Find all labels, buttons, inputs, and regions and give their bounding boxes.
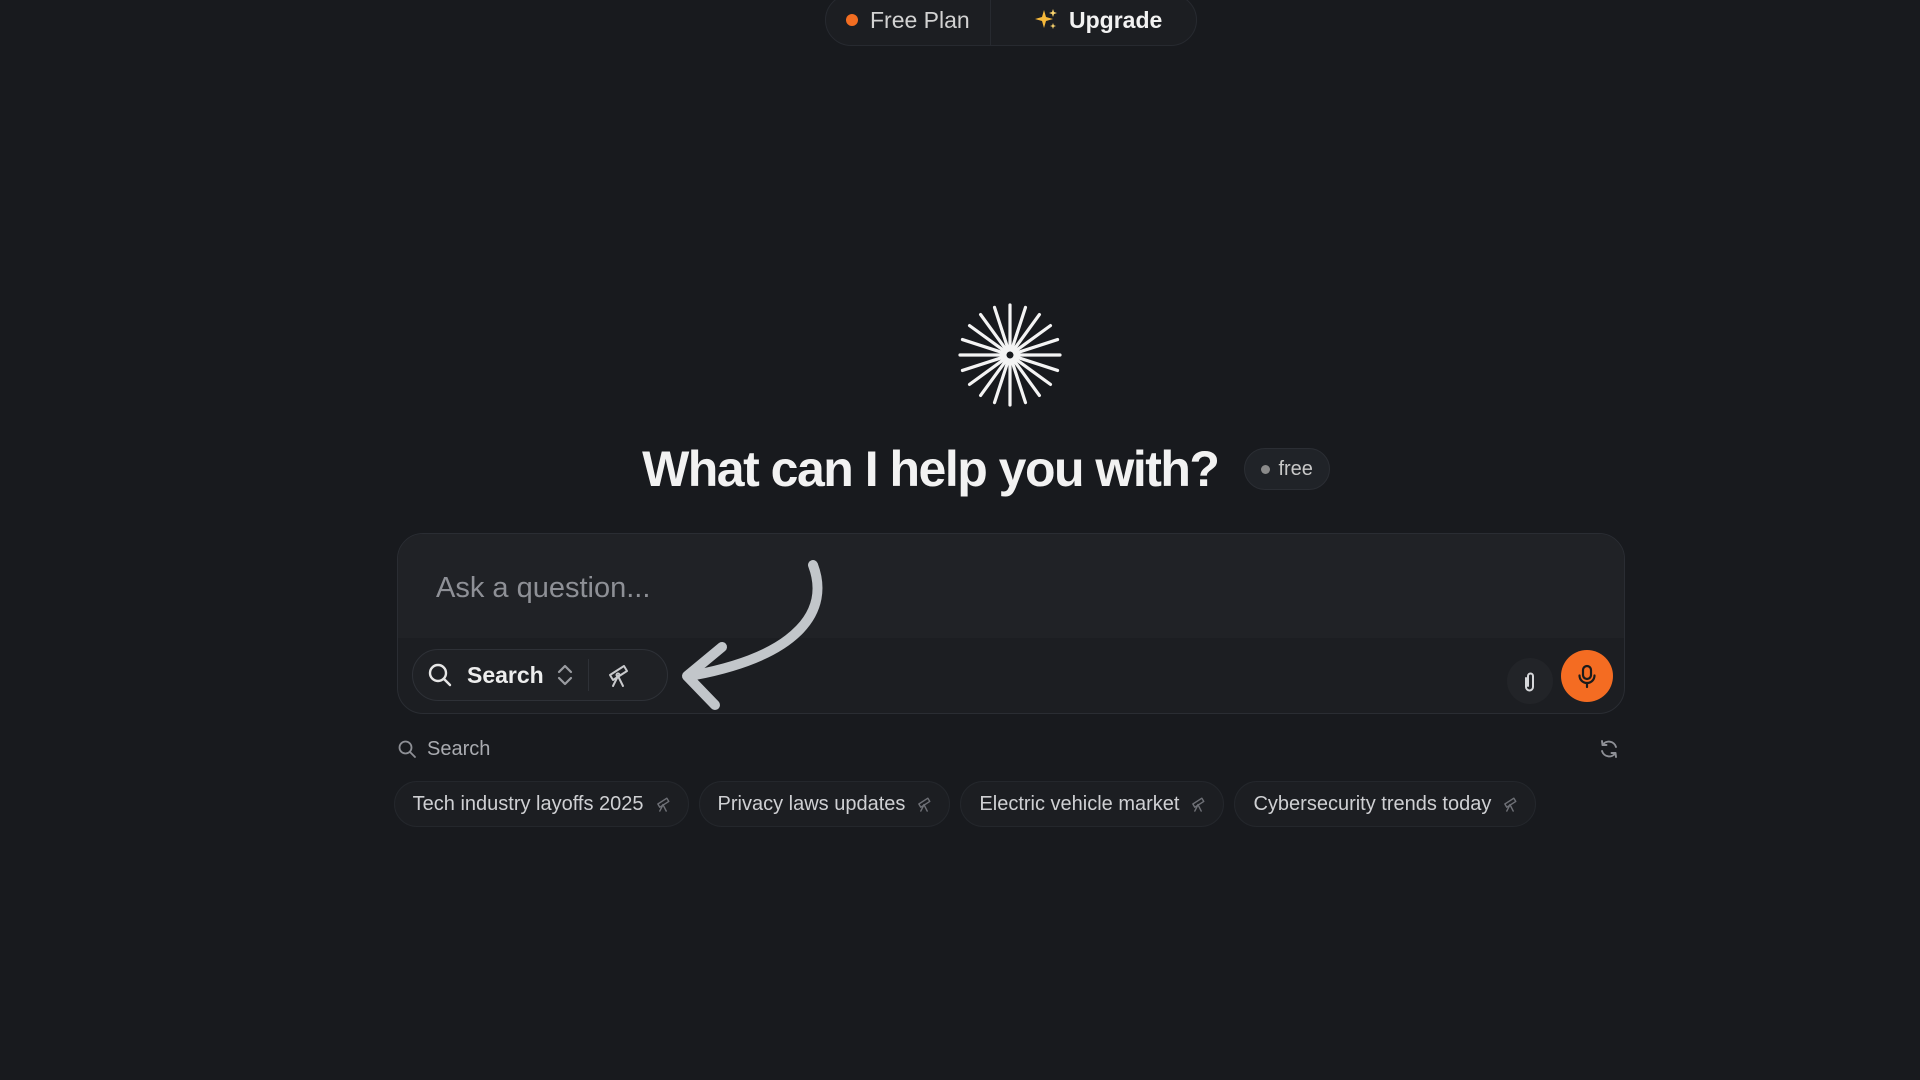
status-dot xyxy=(846,14,858,26)
suggestion-chip[interactable]: Privacy laws updates xyxy=(698,781,951,827)
suggestion-chip[interactable]: Cybersecurity trends today xyxy=(1234,781,1537,827)
chevron-up-down-icon xyxy=(557,664,572,686)
search-mode-dropdown[interactable]: Search xyxy=(413,650,574,700)
composer: Search xyxy=(397,533,1625,714)
voice-input-button[interactable] xyxy=(1561,650,1613,702)
badge-dot xyxy=(1261,464,1271,474)
telescope-icon xyxy=(608,665,628,687)
plan-badge-label: free xyxy=(1278,457,1313,480)
upgrade-button[interactable]: Upgrade xyxy=(991,0,1162,45)
page-title: What can I help you with? xyxy=(642,441,1220,497)
sparkles-icon xyxy=(1035,9,1057,29)
composer-input-area xyxy=(398,534,1624,638)
search-icon xyxy=(398,740,416,758)
annotation-arrow xyxy=(682,560,823,710)
telescope-icon xyxy=(1504,797,1517,812)
search-mode-label: Search xyxy=(467,661,544,688)
research-mode-button[interactable] xyxy=(589,650,647,700)
microphone-icon xyxy=(1578,664,1596,689)
plan-badge: free xyxy=(1244,448,1330,490)
free-plan-button[interactable]: Free Plan xyxy=(826,0,991,45)
telescope-icon xyxy=(918,797,931,812)
hero-headline-row: What can I help you with? free xyxy=(0,440,1920,498)
question-input[interactable] xyxy=(436,562,1336,614)
suggestion-chip[interactable]: Tech industry layoffs 2025 xyxy=(393,781,689,827)
attach-button[interactable] xyxy=(1507,658,1553,704)
suggestion-chips: Tech industry layoffs 2025 Privacy laws … xyxy=(0,781,1920,827)
telescope-icon xyxy=(1192,797,1205,812)
paperclip-icon xyxy=(1525,672,1534,692)
starburst-icon xyxy=(958,303,1062,407)
suggestions-header-label: Search xyxy=(427,737,491,760)
suggestion-chip-label: Electric vehicle market xyxy=(979,792,1180,815)
plan-switcher: Free Plan Upgrade xyxy=(825,0,1197,46)
mode-selector: Search xyxy=(412,649,668,701)
suggestion-chip-label: Cybersecurity trends today xyxy=(1253,792,1492,815)
refresh-icon xyxy=(1601,740,1617,758)
free-plan-label: Free Plan xyxy=(870,6,970,33)
suggestions-header: Search xyxy=(397,736,1625,762)
telescope-icon xyxy=(656,797,670,812)
suggestion-chip-label: Privacy laws updates xyxy=(717,792,906,815)
search-icon xyxy=(428,663,452,687)
refresh-suggestions-button[interactable] xyxy=(1597,737,1621,761)
suggestion-chip[interactable]: Electric vehicle market xyxy=(960,781,1225,827)
page: Free Plan Upgrade What can I help you wi… xyxy=(0,0,1920,1080)
suggestion-chip-label: Tech industry layoffs 2025 xyxy=(412,792,644,815)
upgrade-label: Upgrade xyxy=(1069,6,1163,33)
